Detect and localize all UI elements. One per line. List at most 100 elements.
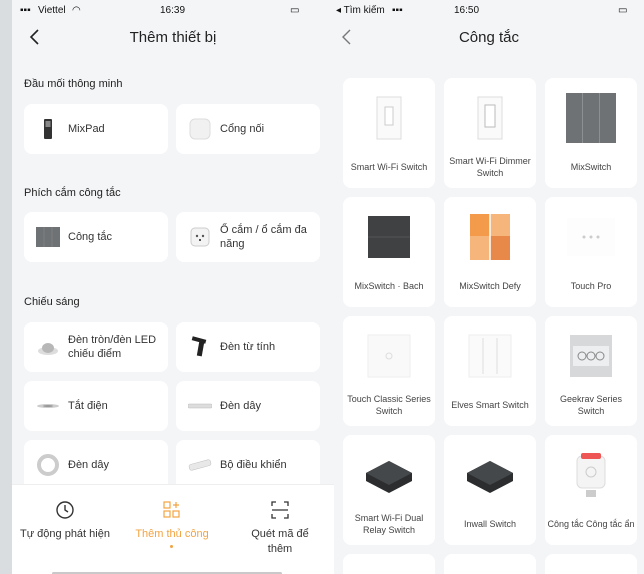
- device-card-strip-light[interactable]: Đèn dây: [176, 381, 320, 431]
- switch-card[interactable]: MixSwitch Defy: [444, 197, 536, 307]
- switch-label: Smart Wi-Fi Switch: [350, 162, 428, 172]
- bottom-tab-bar: Tự động phát hiện Thêm thủ công Quét mã …: [12, 484, 334, 574]
- switch-card[interactable]: Inwall Switch: [444, 435, 536, 545]
- magnetic-light-icon: [191, 336, 207, 357]
- mixswitch-image: [566, 93, 616, 143]
- switch-card[interactable]: MixSwitch: [545, 78, 637, 188]
- mixswitch-defy-image: [470, 214, 510, 260]
- device-card-downlight[interactable]: Đèn tròn/đèn LED chiếu điểm: [24, 322, 168, 372]
- geekrav-switch-image: [570, 335, 612, 377]
- page-title: Công tắc: [458, 29, 520, 46]
- touch-classic-image: [367, 334, 411, 378]
- switch-label: Smart Wi-Fi Dual Relay Switch: [354, 513, 424, 535]
- battery-icon: ▭: [290, 5, 300, 16]
- scan-icon: [271, 501, 289, 519]
- signal-icon: ▪▪▪: [392, 5, 403, 16]
- device-label: Đèn từ tính: [220, 341, 276, 353]
- auto-detect-icon: [56, 501, 74, 519]
- switch-card[interactable]: Smart Wi-Fi Switch: [343, 78, 435, 188]
- status-bar: ▪▪▪ Viettel ◠ 16:39 ▭: [12, 0, 334, 22]
- hidden-switch-image: [576, 453, 606, 497]
- device-label: Cổng nối: [220, 123, 265, 135]
- switch-label: Touch Classic Series Switch: [347, 394, 431, 416]
- dimmer-switch-image: [477, 96, 503, 140]
- strip-light-icon: [188, 403, 212, 409]
- elves-switch-image: [468, 334, 512, 378]
- wifi-icon: ◠: [72, 5, 81, 16]
- switch-list-screen: ◂ Tìm kiếm ▪▪▪ 16:50 ▭ Công tắc Smart Wi…: [334, 0, 644, 574]
- device-card-controller[interactable]: Bộ điều khiển: [176, 440, 320, 490]
- back-to-search[interactable]: ◂ Tìm kiếm: [336, 5, 385, 16]
- tab-auto-detect[interactable]: Tự động phát hiện: [12, 485, 118, 574]
- section-title-plug-switch: Phích cắm công tắc: [24, 187, 121, 199]
- downlight-icon: [38, 343, 58, 355]
- device-card-ring-light[interactable]: Đèn dây: [24, 440, 168, 490]
- nav-bar: Công tắc: [334, 22, 644, 54]
- inwall-switch-image: [467, 461, 513, 493]
- switch-label: Smart Wi-Fi Dimmer Switch: [449, 156, 531, 178]
- controller-icon: [188, 459, 212, 471]
- switch-label: Elves Smart Switch: [451, 400, 529, 410]
- switch-label: MixSwitch Defy: [459, 281, 521, 291]
- device-label: Đèn dây: [68, 459, 109, 471]
- device-label: MixPad: [68, 123, 105, 135]
- wifi-switch-image: [376, 96, 402, 140]
- device-card-gateway[interactable]: Cổng nối: [176, 104, 320, 154]
- switch-label: MixSwitch · Bach: [354, 281, 424, 291]
- device-label: Bộ điều khiển: [220, 459, 287, 471]
- switch-card[interactable]: [343, 554, 435, 574]
- switch-label: Inwall Switch: [463, 519, 517, 529]
- ring-light-icon: [37, 454, 59, 476]
- tab-label: Tự động phát hiện: [20, 528, 110, 540]
- battery-icon: ▭: [618, 5, 628, 16]
- dual-relay-image: [366, 461, 412, 493]
- socket-icon: [190, 227, 210, 247]
- device-label: Công tắc: [68, 231, 113, 243]
- mixpad-icon: [44, 119, 52, 139]
- touch-pro-image: [567, 218, 615, 256]
- device-label: Đèn dây: [220, 400, 261, 412]
- device-card-mixpad[interactable]: MixPad: [24, 104, 168, 154]
- device-label: Tắt điện: [68, 400, 108, 412]
- section-title-hub: Đầu mối thông minh: [24, 78, 123, 90]
- device-card-light-off[interactable]: Tắt điện: [24, 381, 168, 431]
- light-off-icon: [37, 404, 59, 408]
- switch-card[interactable]: Smart Wi-Fi Dual Relay Switch: [343, 435, 435, 545]
- switch-label: Công tắc Công tắc ẩn: [547, 519, 635, 529]
- tab-scan-code[interactable]: Quét mã để thêm: [226, 485, 334, 574]
- page-title: Thêm thiết bị: [129, 29, 217, 46]
- status-time: 16:50: [454, 5, 480, 16]
- manual-add-icon: [163, 501, 180, 518]
- device-card-switch[interactable]: Công tắc: [24, 212, 168, 262]
- switch-card[interactable]: Smart Wi-Fi Dimmer Switch: [444, 78, 536, 188]
- switch-card[interactable]: Elves Smart Switch: [444, 316, 536, 426]
- nav-bar: Thêm thiết bị: [12, 22, 334, 54]
- device-label: Đèn tròn/đèn LED chiếu điểm: [68, 334, 157, 360]
- switch-icon: [36, 227, 60, 247]
- gateway-icon: [189, 118, 211, 140]
- active-tab-dot: [170, 545, 173, 548]
- tab-label: Thêm thủ công: [135, 528, 209, 540]
- signal-icon: ▪▪▪: [20, 5, 31, 16]
- switch-card[interactable]: Touch Pro: [545, 197, 637, 307]
- switch-card[interactable]: Công tắc Công tắc ẩn: [545, 435, 637, 545]
- tab-manual-add[interactable]: Thêm thủ công: [118, 485, 226, 574]
- switch-card[interactable]: MixSwitch · Bach: [343, 197, 435, 307]
- switch-label: Touch Pro: [570, 281, 612, 291]
- switch-label: Geekrav Series Switch: [559, 394, 623, 416]
- switch-card[interactable]: [444, 554, 536, 574]
- device-card-magnetic-light[interactable]: Đèn từ tính: [176, 322, 320, 372]
- tab-label: Quét mã để thêm: [251, 528, 309, 555]
- device-label: Ổ cắm / ổ cắm đa năng: [220, 224, 307, 250]
- add-device-screen: ▪▪▪ Viettel ◠ 16:39 ▭ Thêm thiết bị Đầu …: [12, 0, 334, 574]
- mixswitch-bach-image: [368, 216, 410, 258]
- switch-label: MixSwitch: [570, 162, 612, 172]
- switch-card[interactable]: Geekrav Series Switch: [545, 316, 637, 426]
- device-card-socket[interactable]: Ổ cắm / ổ cắm đa năng: [176, 212, 320, 262]
- section-title-lighting: Chiếu sáng: [24, 296, 80, 308]
- switch-card[interactable]: Touch Classic Series Switch: [343, 316, 435, 426]
- switch-card[interactable]: [545, 554, 637, 574]
- carrier-name: Viettel: [38, 5, 66, 16]
- status-bar: ◂ Tìm kiếm ▪▪▪ 16:50 ▭: [334, 0, 644, 22]
- status-time: 16:39: [160, 5, 186, 16]
